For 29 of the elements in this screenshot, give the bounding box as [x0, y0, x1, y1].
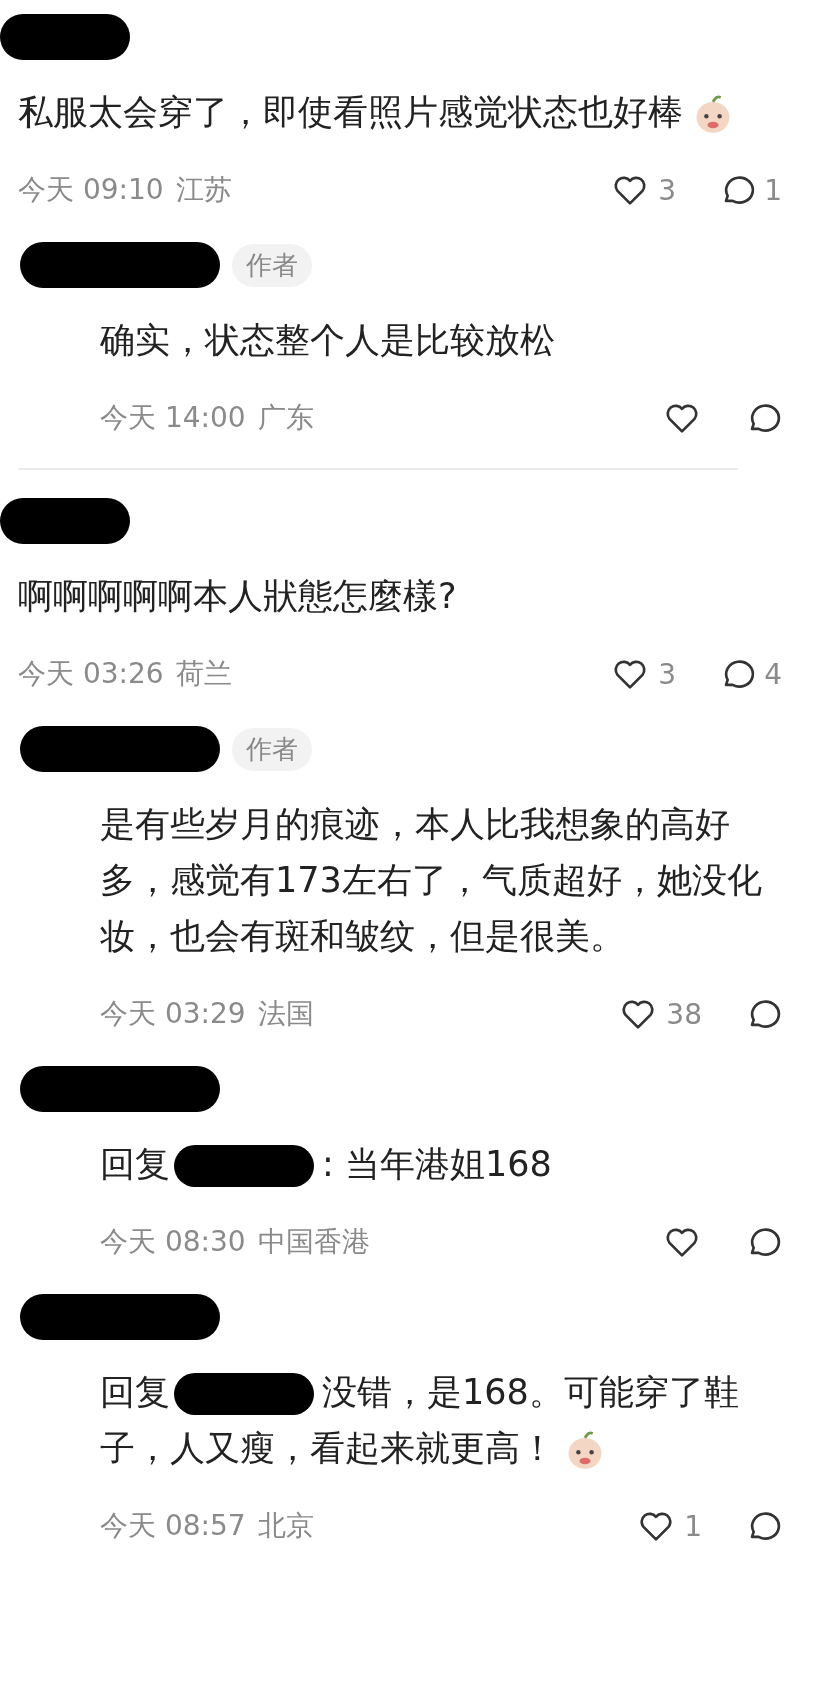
comment-location: 荷兰	[175, 656, 232, 692]
comment-location: 北京	[257, 1508, 314, 1544]
comment-time: 今天 03:26	[18, 656, 164, 692]
comment-text: 私服太会穿了，即使看照片感觉状态也好棒	[18, 92, 683, 132]
author-tag: 作者	[232, 243, 312, 287]
comment-text: 是有些岁月的痕迹，本人比我想象的高好多，感觉有173左右了，气质超好，她没化妆，也会有斑和皱纹，但是很美。	[100, 804, 762, 956]
like-button[interactable]: 3	[610, 654, 677, 694]
reply-button[interactable]: 4	[716, 654, 782, 694]
reply-prefix: 回复	[100, 1144, 170, 1184]
comment-time: 今天 09:10	[18, 172, 164, 208]
reply-button[interactable]: 1	[716, 170, 782, 210]
comment-time: 今天 03:29	[100, 996, 246, 1032]
author-tag: 作者	[232, 727, 312, 771]
comment-text: 没错，是168。可能穿了鞋	[322, 1372, 739, 1412]
comment-location: 广东	[257, 400, 314, 436]
comment-text: 子，人又瘦，看起来就更高！	[100, 1428, 555, 1468]
comment-location: 中国香港	[257, 1224, 370, 1260]
comment-location: 法国	[257, 996, 314, 1032]
comment-text: : 当年港姐168	[322, 1144, 552, 1184]
comment-time: 今天 08:30	[100, 1224, 246, 1260]
like-button[interactable]: 3	[610, 170, 677, 210]
comment-time: 今天 14:00	[100, 400, 246, 436]
comment-text: 确实，状态整个人是比较放松	[100, 320, 555, 360]
like-button[interactable]: 1	[636, 1506, 702, 1546]
like-button[interactable]: 38	[618, 994, 702, 1034]
comment-text: 啊啊啊啊啊本人狀態怎麼樣?	[18, 576, 457, 616]
comment-time: 今天 08:57	[100, 1508, 246, 1544]
comment-location: 江苏	[175, 172, 232, 208]
reply-prefix: 回复	[100, 1372, 170, 1412]
